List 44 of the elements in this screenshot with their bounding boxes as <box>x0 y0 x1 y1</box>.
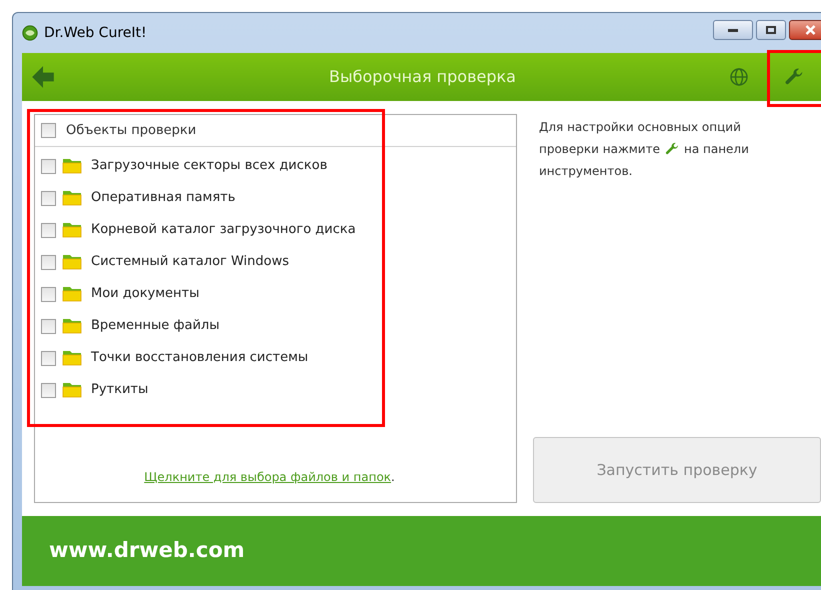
hint-text: Для настройки основных опций <box>539 119 741 136</box>
window-title: Dr.Web CureIt! <box>44 24 147 42</box>
close-button[interactable] <box>789 20 821 40</box>
folder-icon <box>62 222 82 238</box>
checkbox[interactable] <box>41 350 56 366</box>
checkbox[interactable] <box>41 190 56 206</box>
column-header: Объекты проверки <box>66 122 196 140</box>
back-arrow-icon[interactable] <box>30 64 56 90</box>
highlight-frame <box>767 50 821 107</box>
folder-icon <box>62 158 82 174</box>
checkbox[interactable] <box>41 286 56 302</box>
scan-object-label[interactable]: Корневой каталог загрузочного диска <box>91 220 356 240</box>
folder-icon <box>62 190 82 206</box>
checkbox[interactable] <box>41 158 56 174</box>
checkbox[interactable] <box>41 254 56 270</box>
scan-object-label[interactable]: Временные файлы <box>91 316 220 336</box>
scan-object-label[interactable]: Оперативная память <box>91 188 236 208</box>
scan-object-label[interactable]: Загрузочные секторы всех дисков <box>91 156 328 176</box>
folder-icon <box>62 286 82 302</box>
link-period: . <box>391 469 395 486</box>
minimize-button[interactable] <box>713 20 753 40</box>
checkbox[interactable] <box>41 222 56 238</box>
scan-object-label[interactable]: Системный каталог Windows <box>91 252 290 272</box>
folder-icon <box>62 254 82 270</box>
folder-icon <box>62 318 82 334</box>
checkbox[interactable] <box>41 382 56 398</box>
maximize-button[interactable] <box>756 20 786 40</box>
scan-object-label[interactable]: Руткиты <box>91 380 148 400</box>
globe-icon[interactable] <box>729 67 749 87</box>
app-logo-icon <box>21 24 39 42</box>
folder-icon <box>62 350 82 366</box>
checkbox[interactable] <box>41 123 56 138</box>
hint-text: проверки нажмите <box>539 141 660 158</box>
checkbox[interactable] <box>41 318 56 334</box>
scan-object-label[interactable]: Точки восстановления системы <box>91 348 308 368</box>
wrench-icon <box>664 141 680 157</box>
hint-text: инструментов. <box>539 163 632 180</box>
maximize-icon <box>766 26 776 34</box>
scan-object-label[interactable]: Мои документы <box>91 284 200 304</box>
minimize-icon <box>728 28 738 32</box>
hint-text: на панели <box>684 141 749 158</box>
folder-icon <box>62 382 82 398</box>
close-icon <box>804 25 816 35</box>
header-title: Выборочная проверка <box>328 66 517 88</box>
